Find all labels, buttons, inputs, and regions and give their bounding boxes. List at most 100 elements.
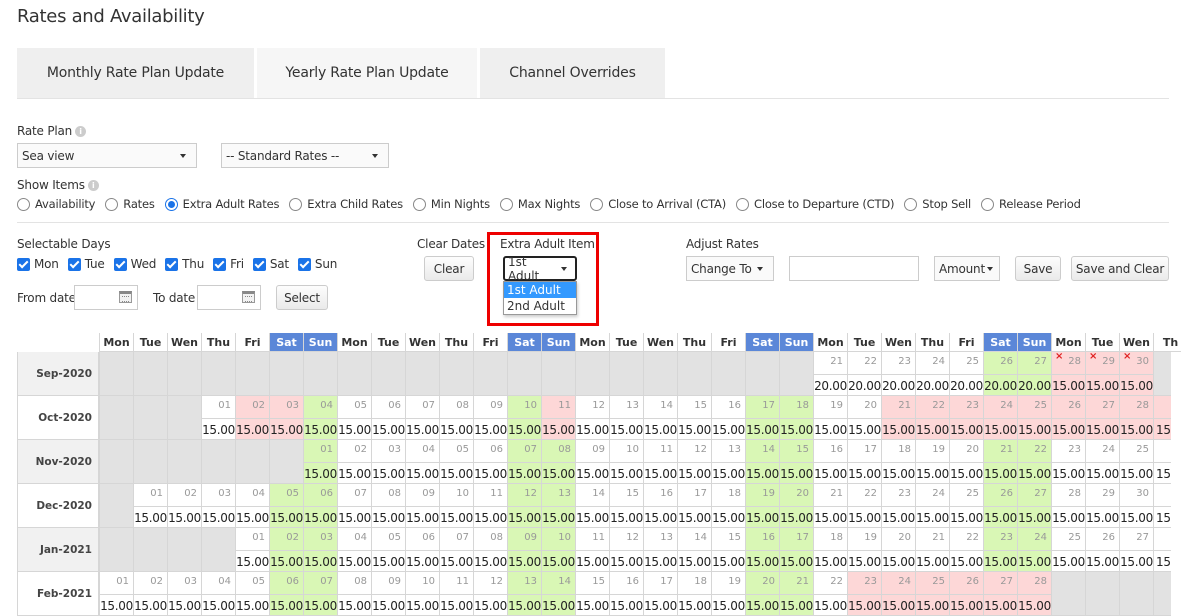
radio-release-period[interactable]: Release Period bbox=[981, 197, 1081, 211]
day-rate[interactable]: 15.00 bbox=[984, 462, 1017, 484]
day-cell[interactable]: 20 15.00 bbox=[881, 528, 915, 572]
day-cell[interactable]: 23 15.00 bbox=[1051, 440, 1085, 484]
day-cell[interactable]: 02 15.00 bbox=[337, 440, 371, 484]
day-rate[interactable]: 15.00 bbox=[1018, 594, 1051, 616]
radio-extra-child-rates[interactable]: Extra Child Rates bbox=[289, 197, 403, 211]
day-rate[interactable]: 15.00 bbox=[236, 506, 269, 528]
day-rate[interactable]: 15.00 bbox=[746, 506, 779, 528]
day-cell[interactable]: 11 15.00 bbox=[473, 484, 507, 528]
room-type-select[interactable]: Sea view bbox=[17, 143, 197, 168]
day-rate[interactable]: 15.00 bbox=[950, 594, 983, 616]
day-rate[interactable]: 15.00 bbox=[134, 506, 167, 528]
day-rate[interactable]: 15.00 bbox=[712, 462, 745, 484]
day-cell[interactable]: 23 20.00 bbox=[881, 352, 915, 396]
day-cell[interactable]: 14 15.00 bbox=[541, 572, 575, 616]
radio-close-to-departure-ctd[interactable]: Close to Departure (CTD) bbox=[736, 197, 894, 211]
extra-adult-item-select[interactable]: 1st Adult bbox=[503, 255, 577, 283]
day-cell[interactable]: 01 15.00 bbox=[99, 572, 133, 616]
day-rate[interactable]: 15.00 bbox=[542, 550, 575, 572]
day-rate[interactable]: 15.00 bbox=[984, 418, 1017, 440]
checkbox-thu[interactable]: Thu bbox=[165, 257, 204, 271]
day-rate[interactable]: 15.00 bbox=[508, 418, 541, 440]
day-rate[interactable]: 15.00 bbox=[712, 550, 745, 572]
checkbox-sat[interactable]: Sat bbox=[252, 257, 289, 271]
adjust-mode-select[interactable]: Change To bbox=[686, 256, 774, 281]
day-cell[interactable]: 06 15.00 bbox=[405, 528, 439, 572]
day-cell[interactable]: 08 15.00 bbox=[473, 528, 507, 572]
day-cell[interactable]: 11 15.00 bbox=[575, 528, 609, 572]
day-cell[interactable]: 17 15.00 bbox=[677, 484, 711, 528]
day-rate[interactable]: 15.00 bbox=[882, 594, 915, 616]
day-rate[interactable]: 15.00 bbox=[644, 594, 677, 616]
day-rate[interactable]: 15.00 bbox=[1018, 550, 1051, 572]
day-cell[interactable]: 05 15.00 bbox=[269, 484, 303, 528]
day-rate[interactable]: 15.00 bbox=[338, 594, 371, 616]
day-cell[interactable]: 17 15.00 bbox=[745, 396, 779, 440]
day-rate[interactable]: 15.00 bbox=[338, 506, 371, 528]
day-cell[interactable]: 05 15.00 bbox=[371, 528, 405, 572]
day-cell[interactable]: 02 15.00 bbox=[133, 572, 167, 616]
day-rate[interactable]: 15.00 bbox=[746, 550, 779, 572]
day-cell[interactable]: 02 15.00 bbox=[269, 528, 303, 572]
day-cell[interactable]: 27 15.00 bbox=[1085, 396, 1119, 440]
day-rate[interactable]: 20.00 bbox=[848, 374, 881, 396]
day-rate[interactable]: 20.00 bbox=[814, 374, 847, 396]
day-rate[interactable]: 20.00 bbox=[984, 374, 1017, 396]
day-cell[interactable]: 25 15.00 bbox=[1017, 396, 1051, 440]
day-cell[interactable]: 2615.00 bbox=[1153, 440, 1171, 484]
day-rate[interactable]: 15.00 bbox=[814, 594, 847, 616]
day-rate[interactable]: 15.00 bbox=[1018, 418, 1051, 440]
day-rate[interactable]: 20.00 bbox=[916, 374, 949, 396]
tab-monthly-rate-plan-update[interactable]: Monthly Rate Plan Update bbox=[17, 48, 254, 98]
day-cell[interactable]: 04 15.00 bbox=[405, 440, 439, 484]
day-cell[interactable]: 12 15.00 bbox=[677, 440, 711, 484]
day-rate[interactable]: 15.00 bbox=[1086, 506, 1119, 528]
day-rate[interactable]: 15.00 bbox=[542, 462, 575, 484]
info-icon[interactable]: i bbox=[75, 126, 87, 137]
day-rate[interactable]: 15.00 bbox=[474, 462, 507, 484]
day-cell[interactable]: 2615.00 bbox=[949, 572, 983, 616]
day-cell[interactable]: 10 15.00 bbox=[405, 572, 439, 616]
day-rate[interactable]: 15.00 bbox=[270, 594, 303, 616]
day-cell[interactable]: 15 15.00 bbox=[575, 572, 609, 616]
day-rate[interactable]: 15.00 bbox=[678, 594, 711, 616]
day-rate[interactable]: 15.00 bbox=[916, 506, 949, 528]
day-rate[interactable]: 15.00 bbox=[746, 594, 779, 616]
day-cell[interactable]: 22 20.00 bbox=[847, 352, 881, 396]
day-rate[interactable]: 15.00 bbox=[746, 462, 779, 484]
day-cell[interactable]: 26 20.00 bbox=[983, 352, 1017, 396]
day-cell[interactable]: 08 15.00 bbox=[337, 572, 371, 616]
day-cell[interactable]: 06 15.00 bbox=[473, 440, 507, 484]
day-rate[interactable]: 15.00 bbox=[168, 506, 201, 528]
day-rate[interactable]: 15.00 bbox=[814, 550, 847, 572]
day-rate[interactable]: 15.00 bbox=[610, 506, 643, 528]
day-rate[interactable]: 15.00 bbox=[610, 418, 643, 440]
day-cell[interactable]: 25 20.00 bbox=[949, 352, 983, 396]
day-cell[interactable]: × 29 15.00 bbox=[1085, 352, 1119, 396]
day-rate[interactable]: 15.00 bbox=[950, 462, 983, 484]
adjust-unit-select[interactable]: Amount bbox=[934, 256, 1000, 281]
day-rate[interactable]: 15.00 bbox=[678, 418, 711, 440]
day-rate[interactable]: 15.00 bbox=[848, 462, 881, 484]
day-cell[interactable]: 21 15.00 bbox=[915, 528, 949, 572]
day-rate[interactable]: 15.00 bbox=[474, 550, 507, 572]
day-rate[interactable]: 15.00 bbox=[202, 418, 235, 440]
day-rate[interactable]: 15.00 bbox=[202, 506, 235, 528]
calendar-icon[interactable] bbox=[119, 291, 132, 303]
day-rate[interactable]: 15.00 bbox=[712, 594, 745, 616]
day-rate[interactable]: 15.00 bbox=[440, 418, 473, 440]
day-cell[interactable]: 3115.00 bbox=[1153, 484, 1171, 528]
day-cell[interactable]: 05 15.00 bbox=[235, 572, 269, 616]
day-cell[interactable]: 14 15.00 bbox=[643, 396, 677, 440]
day-rate[interactable]: 15.00 bbox=[1052, 374, 1085, 396]
day-rate[interactable]: 15.00 bbox=[372, 594, 405, 616]
day-rate[interactable]: 15.00 bbox=[916, 418, 949, 440]
checkbox-sun[interactable]: Sun bbox=[297, 257, 337, 271]
checkbox-tue[interactable]: Tue bbox=[67, 257, 105, 271]
day-rate[interactable]: 15.00 bbox=[508, 506, 541, 528]
day-cell[interactable]: 06 15.00 bbox=[269, 572, 303, 616]
day-cell[interactable]: 23 15.00 bbox=[983, 528, 1017, 572]
day-cell[interactable]: 04 15.00 bbox=[337, 528, 371, 572]
day-cell[interactable]: 19 15.00 bbox=[847, 528, 881, 572]
day-cell[interactable]: 12 15.00 bbox=[507, 484, 541, 528]
